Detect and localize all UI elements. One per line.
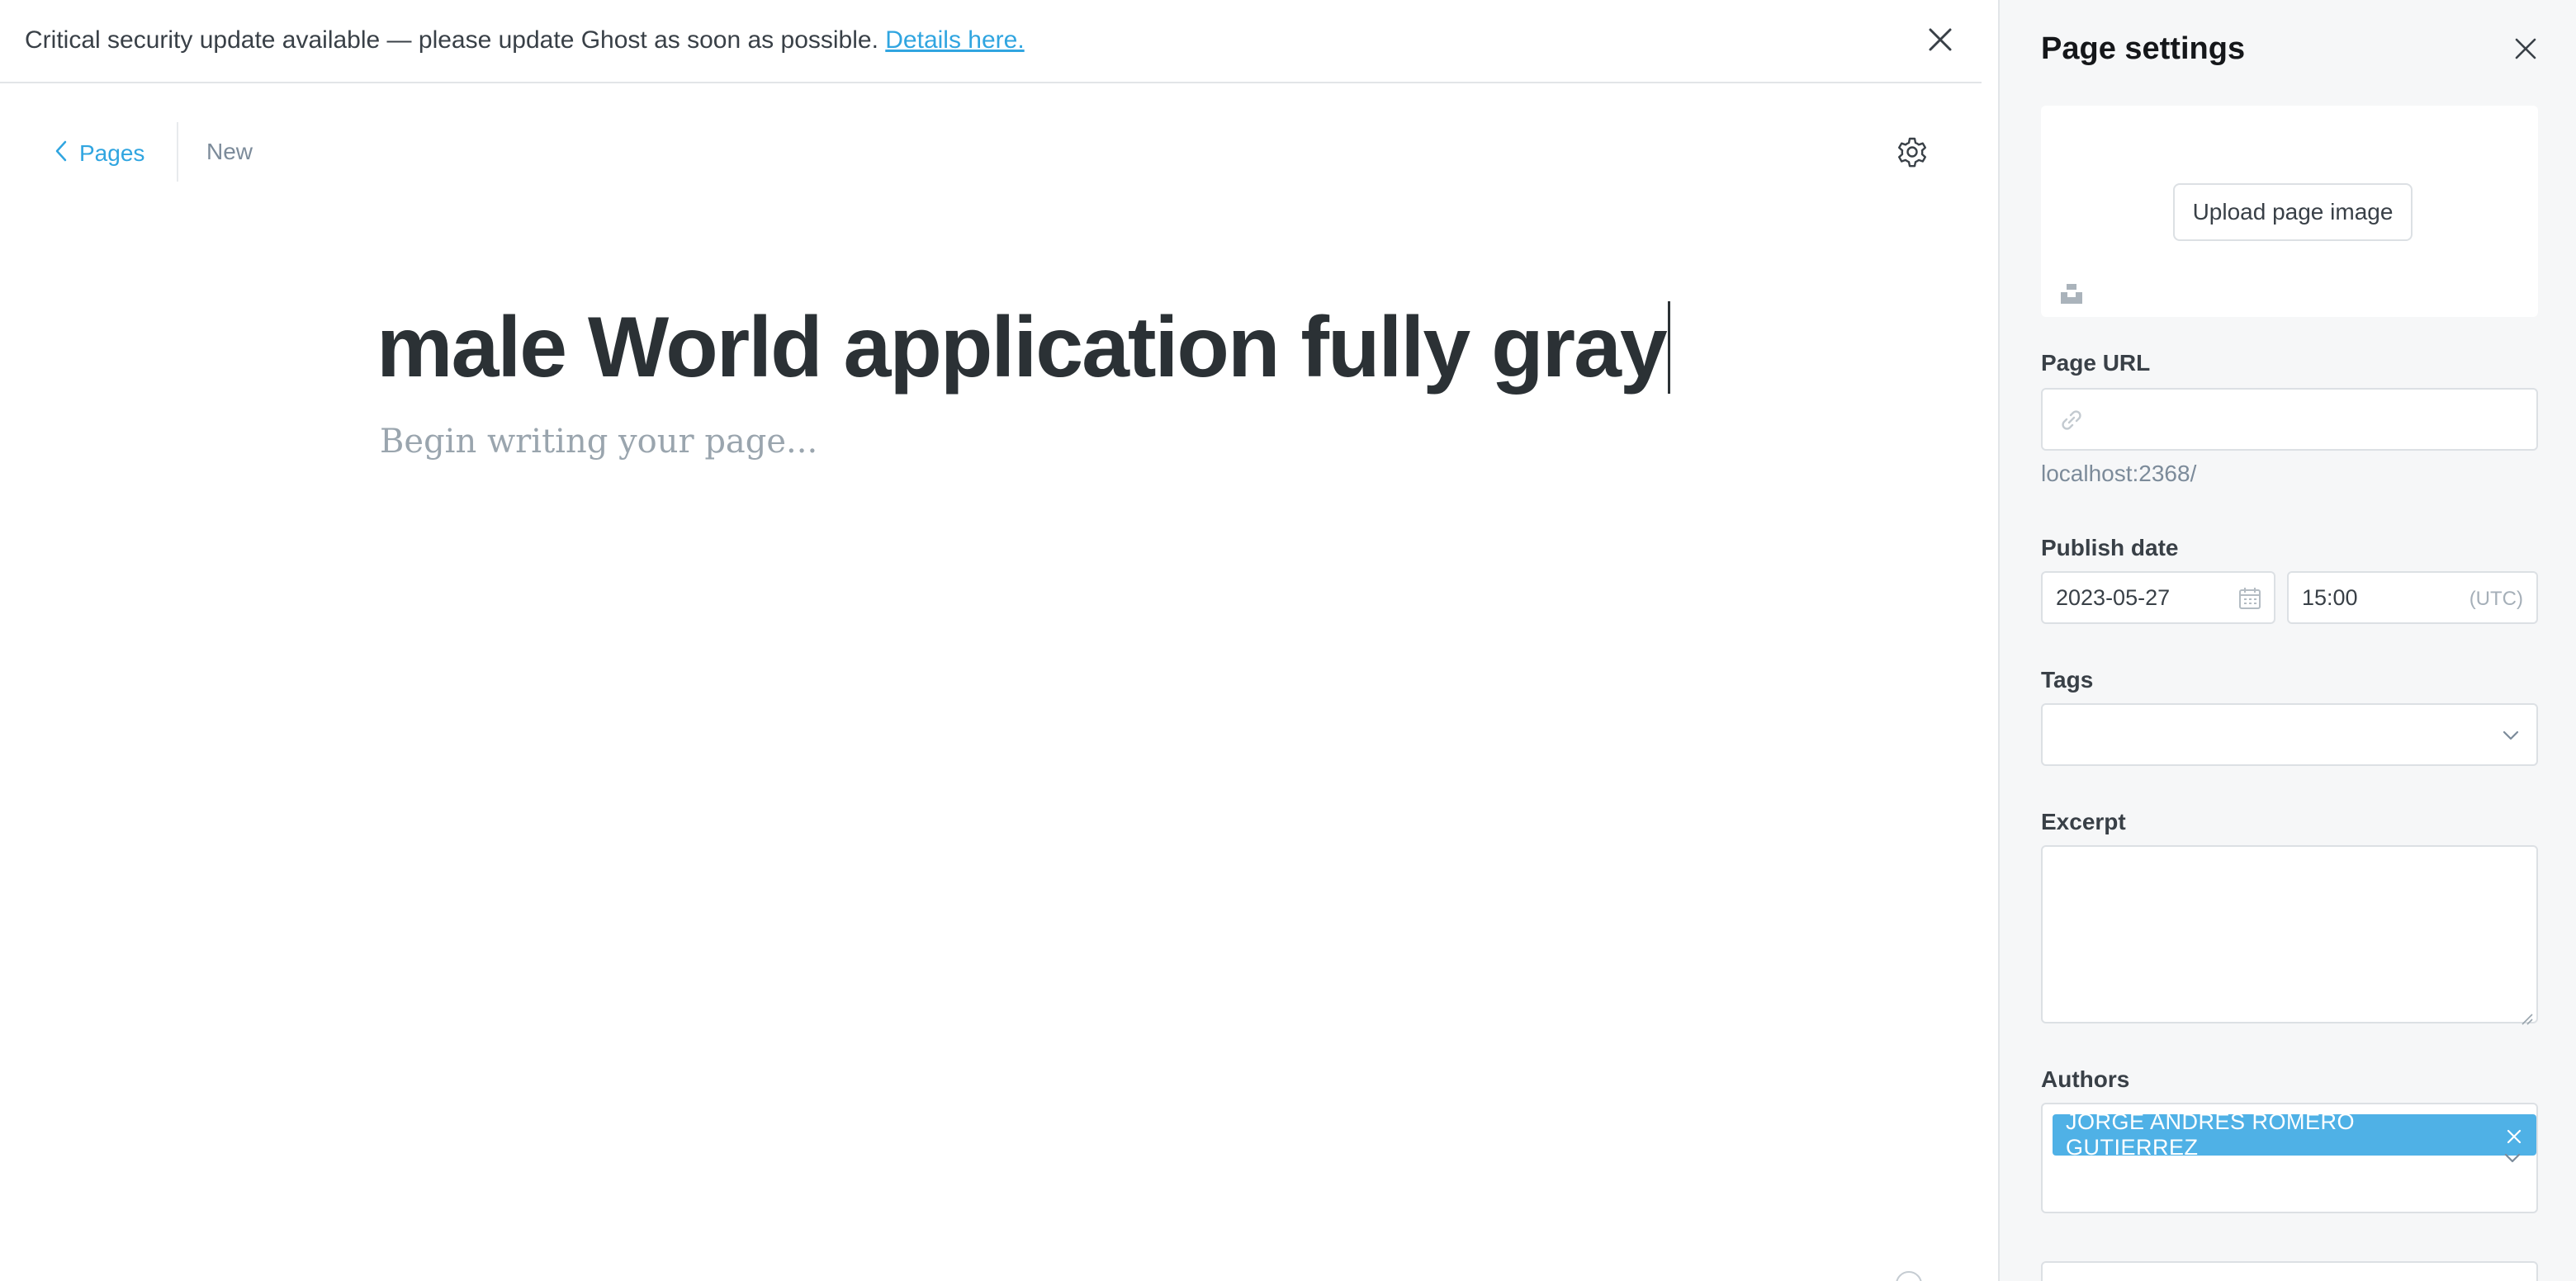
timezone-label: (UTC) <box>2469 588 2523 610</box>
banner-text: Critical security update available — ple… <box>25 25 1025 56</box>
chevron-down-icon <box>2502 1147 2523 1169</box>
unsplash-icon[interactable] <box>2059 281 2084 305</box>
tags-select[interactable] <box>2041 703 2538 766</box>
post-title[interactable]: male World application fully gray <box>376 294 1668 401</box>
excerpt-textarea[interactable] <box>2041 845 2538 1025</box>
publish-time-input[interactable]: 15:00 (UTC) <box>2287 571 2538 624</box>
authors-label: Authors <box>2041 1066 2130 1092</box>
close-icon[interactable] <box>1924 23 1957 56</box>
nav-divider <box>177 122 178 182</box>
gear-icon[interactable] <box>1896 135 1929 168</box>
page-url-label: Page URL <box>2041 350 2151 376</box>
author-token[interactable]: JORGE ANDRES ROMERO GUTIERREZ <box>2053 1109 2536 1160</box>
chevron-left-icon <box>54 140 68 168</box>
editor-area: Critical security update available — ple… <box>0 0 1998 1281</box>
security-update-banner: Critical security update available — ple… <box>0 0 1982 83</box>
tags-label: Tags <box>2041 667 2094 692</box>
feature-image-box: Upload page image <box>2041 106 2538 317</box>
page-url-preview: localhost:2368/ <box>2041 461 2197 486</box>
publish-date-label: Publish date <box>2041 535 2179 560</box>
calendar-icon <box>2237 586 2262 611</box>
editor-body[interactable]: Begin writing your page... <box>380 423 817 461</box>
panel-title: Page settings <box>2041 31 2246 66</box>
help-icon[interactable] <box>1896 1271 1922 1281</box>
back-to-pages-link[interactable]: Pages <box>54 137 144 170</box>
remove-author-icon[interactable] <box>2505 1126 2523 1144</box>
page-url-input[interactable] <box>2041 388 2538 451</box>
post-status: New <box>206 139 253 164</box>
text-caret <box>1667 301 1670 394</box>
upload-image-button[interactable]: Upload page image <box>2173 183 2413 241</box>
back-label: Pages <box>79 140 145 166</box>
time-value: 15:00 <box>2302 585 2358 610</box>
link-icon <box>2059 408 2084 433</box>
resize-grip-icon[interactable] <box>2520 1005 2533 1025</box>
author-name: JORGE ANDRES ROMERO GUTIERREZ <box>2066 1109 2356 1160</box>
date-value: 2023-05-27 <box>2056 585 2171 610</box>
post-title-wrapper[interactable]: male World application fully gray <box>376 294 1670 401</box>
chevron-down-icon <box>2500 725 2522 746</box>
banner-message: Critical security update available — ple… <box>25 26 878 54</box>
next-setting-field[interactable] <box>2041 1261 2538 1281</box>
publish-date-input[interactable]: 2023-05-27 <box>2041 571 2275 624</box>
page-settings-panel: Page settings Upload page image Page URL… <box>1998 0 2576 1281</box>
excerpt-label: Excerpt <box>2041 809 2126 834</box>
banner-details-link[interactable]: Details here. <box>885 26 1024 54</box>
close-icon[interactable] <box>2512 35 2540 63</box>
authors-select[interactable]: JORGE ANDRES ROMERO GUTIERREZ <box>2041 1103 2538 1213</box>
